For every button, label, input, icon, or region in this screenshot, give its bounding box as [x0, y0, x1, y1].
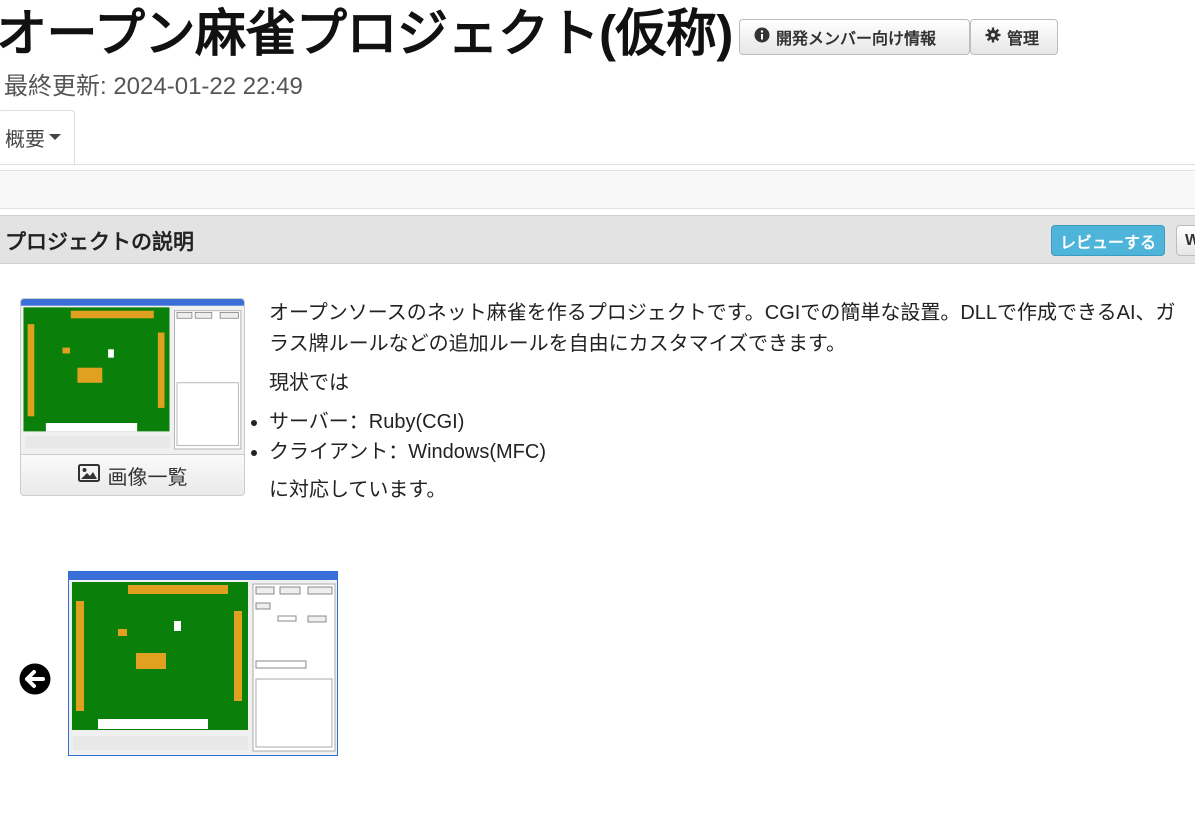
list-item: クライアント：Windows(MFC) — [269, 437, 1195, 467]
mahjong-screenshot-thumb[interactable] — [21, 299, 245, 454]
image-gallery-label: 画像一覧 — [107, 467, 188, 489]
description-paragraph: 現状では — [269, 372, 349, 394]
mahjong-screenshot-large[interactable] — [68, 571, 338, 756]
carousel-prev-button[interactable] — [19, 663, 51, 695]
tab-overview-label: 概要 — [5, 128, 45, 151]
platform-list: サーバー：Ruby(CGI) クライアント：Windows(MFC) — [250, 407, 1195, 467]
w-button[interactable]: W — [1176, 225, 1195, 256]
description-paragraph: に対応しています。 — [269, 479, 447, 501]
panel-heading: プロジェクトの説明 レビューする W — [0, 215, 1195, 264]
dev-info-button[interactable]: 開発メンバー向け情報 — [739, 19, 970, 55]
image-gallery-button[interactable]: 画像一覧 — [21, 454, 244, 495]
picture-icon — [77, 463, 100, 488]
last-updated: 最終更新: 2024-01-22 22:49 — [4, 73, 303, 100]
description-paragraph: オープンソースのネット麻雀を作るプロジェクトです。CGIでの簡単な設置。DLLで… — [269, 302, 1176, 355]
review-button[interactable]: レビューする — [1051, 225, 1165, 256]
list-item: サーバー：Ruby(CGI) — [269, 407, 1195, 437]
arrow-left-circle-icon — [19, 663, 51, 695]
info-icon — [754, 27, 770, 48]
screenshot-thumbnail[interactable]: 画像一覧 — [20, 298, 245, 496]
tab-overview[interactable]: 概要 — [0, 110, 75, 164]
tab-bar: 概要 — [0, 110, 1195, 165]
caret-down-icon — [49, 134, 61, 140]
sub-navbar — [0, 170, 1195, 209]
dev-info-label: 開発メンバー向け情報 — [776, 31, 937, 48]
admin-button[interactable]: 管理 — [970, 19, 1058, 55]
gear-icon — [985, 27, 1001, 48]
admin-label: 管理 — [1007, 31, 1040, 48]
page-title: オープン麻雀プロジェクト(仮称) — [0, 5, 733, 62]
project-description: オープンソースのネット麻雀を作るプロジェクトです。CGIでの簡単な設置。DLLで… — [269, 298, 1195, 514]
panel-title: プロジェクトの説明 — [5, 231, 194, 254]
